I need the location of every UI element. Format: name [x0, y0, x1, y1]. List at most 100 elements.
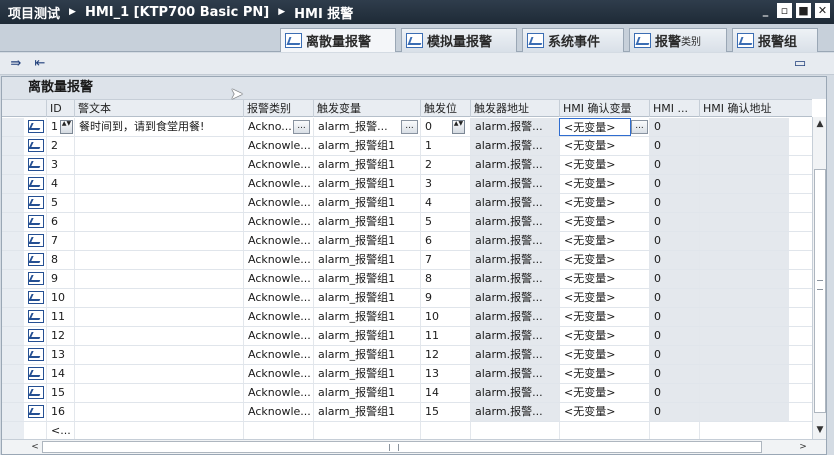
- scroll-right-button[interactable]: >: [796, 440, 810, 454]
- table-row[interactable]: 1 餐时间到，请到食堂用餐! Ackno... alarm_报警... 0 alarm.报…: [2, 118, 812, 137]
- cell-trigger-tag[interactable]: alarm_报警组1: [313, 365, 420, 383]
- trigger-tag-browse-button[interactable]: ...: [401, 120, 418, 134]
- cell-hmi-ack-tag[interactable]: <无变量>: [559, 213, 649, 231]
- row-header[interactable]: [2, 251, 24, 269]
- cell-trigger-bit[interactable]: 1: [420, 137, 470, 155]
- cell-trigger-address[interactable]: alarm.报警...: [470, 251, 559, 269]
- id-stepper[interactable]: ▲▼: [60, 120, 73, 134]
- table-row[interactable]: 5 Acknowle... alarm_报警组1 4 alarm.报警... <无变量> 0: [2, 194, 812, 213]
- column-header-trigger-bit[interactable]: 触发位: [420, 100, 470, 117]
- cell-hmi-ack-address[interactable]: [699, 175, 789, 193]
- cell-trigger-bit[interactable]: 4: [420, 194, 470, 212]
- cell-id[interactable]: 1: [46, 118, 60, 136]
- cell-alarm-text[interactable]: [74, 156, 243, 174]
- row-header[interactable]: [2, 289, 24, 307]
- row-header[interactable]: [2, 270, 24, 288]
- cell-alarm-text[interactable]: 餐时间到，请到食堂用餐!: [74, 118, 243, 136]
- row-header[interactable]: [2, 156, 24, 174]
- cell-hmi-ack-address[interactable]: [699, 118, 789, 136]
- cell-alarm-class[interactable]: [243, 422, 313, 440]
- column-header-id[interactable]: ID: [46, 100, 74, 117]
- tab-alarm-classes[interactable]: 报警 类别: [629, 28, 727, 52]
- trigger-bit-stepper[interactable]: ▲▼: [452, 120, 465, 134]
- cell-trigger-bit[interactable]: 3: [420, 175, 470, 193]
- cell-hmi-ack-address[interactable]: [699, 403, 789, 421]
- cell-hmi-ack-tag[interactable]: <无变量>: [559, 251, 649, 269]
- vertical-scroll-thumb[interactable]: [814, 169, 826, 413]
- table-row[interactable]: 7 Acknowle... alarm_报警组1 6 alarm.报警... <无变量> 0: [2, 232, 812, 251]
- cell-alarm-text[interactable]: [74, 175, 243, 193]
- cell-hmi-ack-address[interactable]: [699, 308, 789, 326]
- cell-trigger-address[interactable]: alarm.报警...: [470, 365, 559, 383]
- cell-hmi-ack-bit[interactable]: 0: [649, 232, 699, 250]
- cell-alarm-text[interactable]: [74, 308, 243, 326]
- cell-hmi-ack-bit[interactable]: 0: [649, 403, 699, 421]
- cell-trigger-tag[interactable]: alarm_报警组1: [313, 175, 420, 193]
- cell-alarm-class[interactable]: Acknowle...: [243, 156, 313, 174]
- table-row[interactable]: 8 Acknowle... alarm_报警组1 7 alarm.报警... <无变量> 0: [2, 251, 812, 270]
- cell-id[interactable]: 12: [46, 327, 74, 345]
- row-header[interactable]: [2, 175, 24, 193]
- cell-hmi-ack-address[interactable]: [699, 213, 789, 231]
- restore-button[interactable]: ▫: [777, 3, 792, 18]
- cell-hmi-ack-bit[interactable]: 0: [649, 137, 699, 155]
- cell-id[interactable]: 14: [46, 365, 74, 383]
- cell-alarm-class[interactable]: Acknowle...: [243, 175, 313, 193]
- cell-trigger-address[interactable]: alarm.报警...: [470, 327, 559, 345]
- cell-hmi-ack-bit[interactable]: 0: [649, 327, 699, 345]
- cell-alarm-class[interactable]: Acknowle...: [243, 403, 313, 421]
- cell-alarm-text[interactable]: [74, 194, 243, 212]
- cell-alarm-class[interactable]: Acknowle...: [243, 194, 313, 212]
- table-row[interactable]: 16 Acknowle... alarm_报警组1 15 alarm.报警... <无变量…: [2, 403, 812, 422]
- cell-id[interactable]: 7: [46, 232, 74, 250]
- cell-hmi-ack-bit[interactable]: 0: [649, 308, 699, 326]
- cell-trigger-tag[interactable]: alarm_报警组1: [313, 270, 420, 288]
- cell-alarm-class[interactable]: Acknowle...: [243, 251, 313, 269]
- cell-trigger-bit[interactable]: [420, 422, 470, 440]
- cell-hmi-ack-bit[interactable]: 0: [649, 175, 699, 193]
- cell-hmi-ack-bit[interactable]: 0: [649, 289, 699, 307]
- cell-alarm-text[interactable]: [74, 346, 243, 364]
- column-header-hmi-ack-tag[interactable]: HMI 确认变量: [559, 100, 649, 117]
- panel-toggle-icon[interactable]: ▭: [792, 56, 808, 71]
- cell-trigger-address[interactable]: alarm.报警...: [470, 403, 559, 421]
- scroll-up-button[interactable]: ▲: [813, 117, 827, 131]
- cell-trigger-bit[interactable]: 7: [420, 251, 470, 269]
- row-header[interactable]: [2, 137, 24, 155]
- cell-trigger-bit[interactable]: 12: [420, 346, 470, 364]
- cell-alarm-class[interactable]: Acknowle...: [243, 213, 313, 231]
- cell-hmi-ack-address[interactable]: [699, 384, 789, 402]
- cell-hmi-ack-address[interactable]: [699, 289, 789, 307]
- cell-hmi-ack-address[interactable]: [699, 156, 789, 174]
- cell-trigger-tag[interactable]: [313, 422, 420, 440]
- cell-hmi-ack-tag[interactable]: <无变量>: [559, 365, 649, 383]
- vertical-scrollbar[interactable]: ▲ ▼: [812, 117, 826, 439]
- cell-hmi-ack-tag[interactable]: [559, 422, 649, 440]
- maximize-button[interactable]: ■: [796, 3, 811, 18]
- cell-hmi-ack-bit[interactable]: 0: [649, 270, 699, 288]
- cell-hmi-ack-bit[interactable]: 0: [649, 346, 699, 364]
- cell-hmi-ack-address[interactable]: [699, 346, 789, 364]
- cell-trigger-bit[interactable]: 8: [420, 270, 470, 288]
- cell-trigger-tag[interactable]: alarm_报警组1: [313, 384, 420, 402]
- horizontal-scrollbar[interactable]: < >: [2, 439, 826, 454]
- cell-hmi-ack-tag[interactable]: <无变量>: [559, 327, 649, 345]
- cell-alarm-text[interactable]: [74, 232, 243, 250]
- cell-hmi-ack-bit[interactable]: [649, 422, 699, 440]
- cell-trigger-address[interactable]: [470, 422, 559, 440]
- tab-analog-alarms[interactable]: 模拟量报警: [401, 28, 517, 52]
- cell-trigger-bit[interactable]: 9: [420, 289, 470, 307]
- table-row[interactable]: 12 Acknowle... alarm_报警组1 11 alarm.报警... <无变量…: [2, 327, 812, 346]
- cell-trigger-address[interactable]: alarm.报警...: [470, 137, 559, 155]
- cell-id[interactable]: 10: [46, 289, 74, 307]
- scroll-down-button[interactable]: ▼: [813, 423, 827, 437]
- cell-alarm-class[interactable]: Acknowle...: [243, 365, 313, 383]
- cell-trigger-bit[interactable]: 2: [420, 156, 470, 174]
- cell-id[interactable]: 5: [46, 194, 74, 212]
- column-header-trigger-address[interactable]: 触发器地址: [470, 100, 559, 117]
- cell-trigger-address[interactable]: alarm.报警...: [470, 175, 559, 193]
- insert-row-icon[interactable]: ⇛: [8, 56, 24, 71]
- cell-alarm-text[interactable]: [74, 365, 243, 383]
- cell-hmi-ack-address[interactable]: [699, 327, 789, 345]
- cell-trigger-address[interactable]: alarm.报警...: [470, 118, 559, 136]
